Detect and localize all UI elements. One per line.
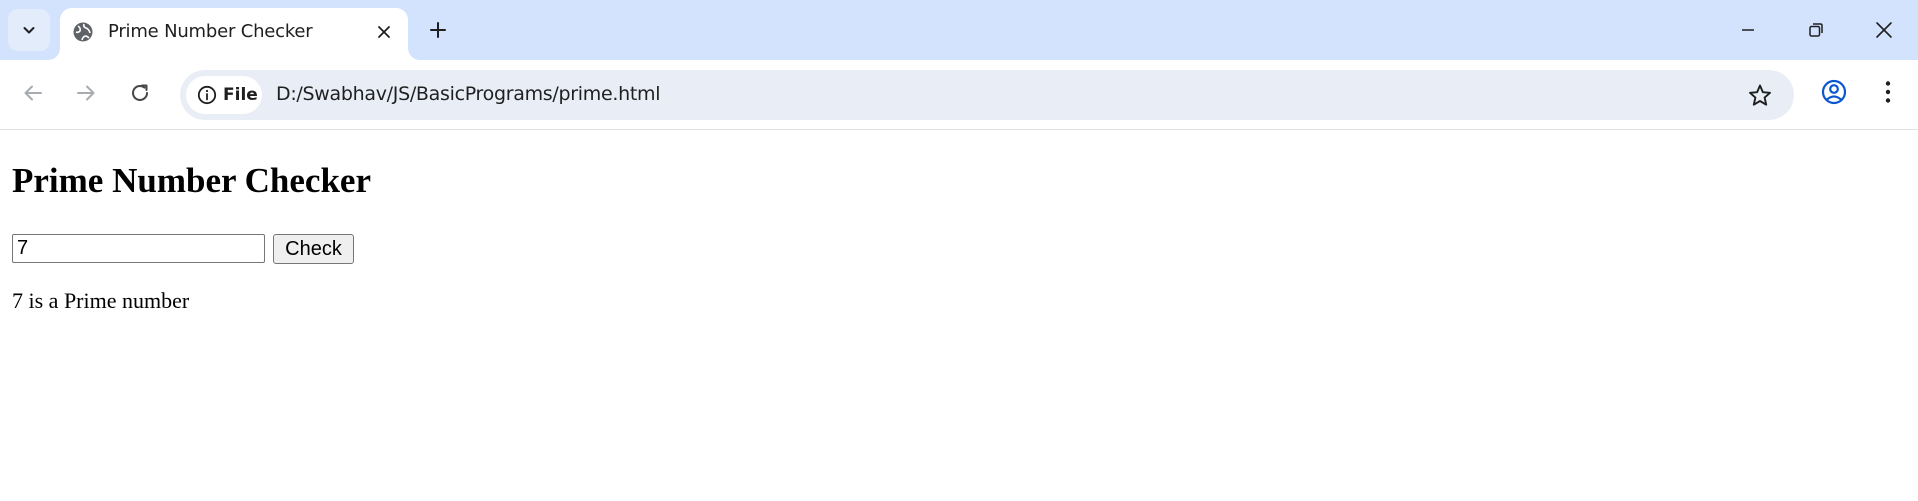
- tab-search-button[interactable]: [8, 9, 50, 51]
- arrow-right-icon: [77, 85, 95, 101]
- star-icon[interactable]: [1746, 82, 1774, 110]
- active-tab[interactable]: Prime Number Checker: [60, 8, 408, 60]
- result-text: 7 is a Prime number: [12, 288, 190, 313]
- site-chip-label: File: [223, 85, 258, 105]
- tab-strip: Prime Number Checker: [0, 0, 1918, 60]
- check-button[interactable]: Check: [273, 234, 354, 264]
- restore-button[interactable]: [1794, 10, 1838, 50]
- browser-toolbar: File D:/Swabhav/JS/BasicPrograms/prime.h…: [0, 60, 1918, 130]
- minimize-button[interactable]: [1726, 10, 1770, 50]
- close-icon: [1876, 22, 1892, 38]
- site-info-chip[interactable]: File: [186, 76, 262, 114]
- number-input[interactable]: [12, 234, 265, 263]
- url-text[interactable]: D:/Swabhav/JS/BasicPrograms/prime.html: [276, 83, 660, 105]
- restore-icon: [1809, 23, 1823, 37]
- reload-icon: [132, 84, 148, 101]
- tab-title: Prime Number Checker: [108, 21, 313, 42]
- close-icon: [378, 26, 390, 38]
- forward-button[interactable]: [68, 75, 104, 111]
- address-bar[interactable]: File D:/Swabhav/JS/BasicPrograms/prime.h…: [180, 70, 1794, 120]
- globe-icon: [73, 22, 93, 42]
- page-heading: Prime Number Checker: [12, 161, 371, 200]
- info-icon: [197, 85, 217, 105]
- page-content: Prime Number Checker Check 7 is a Prime …: [0, 130, 1918, 501]
- more-vert-icon[interactable]: [1872, 76, 1904, 108]
- arrow-left-icon: [24, 85, 42, 101]
- reload-button[interactable]: [122, 75, 158, 111]
- profile-icon[interactable]: [1818, 76, 1850, 108]
- minimize-icon: [1742, 29, 1754, 31]
- chevron-down-icon: [23, 27, 35, 34]
- window-close-button[interactable]: [1862, 10, 1906, 50]
- plus-icon: [430, 22, 446, 38]
- back-button[interactable]: [15, 75, 51, 111]
- new-tab-button[interactable]: [422, 14, 454, 46]
- tab-close-button[interactable]: [372, 20, 396, 44]
